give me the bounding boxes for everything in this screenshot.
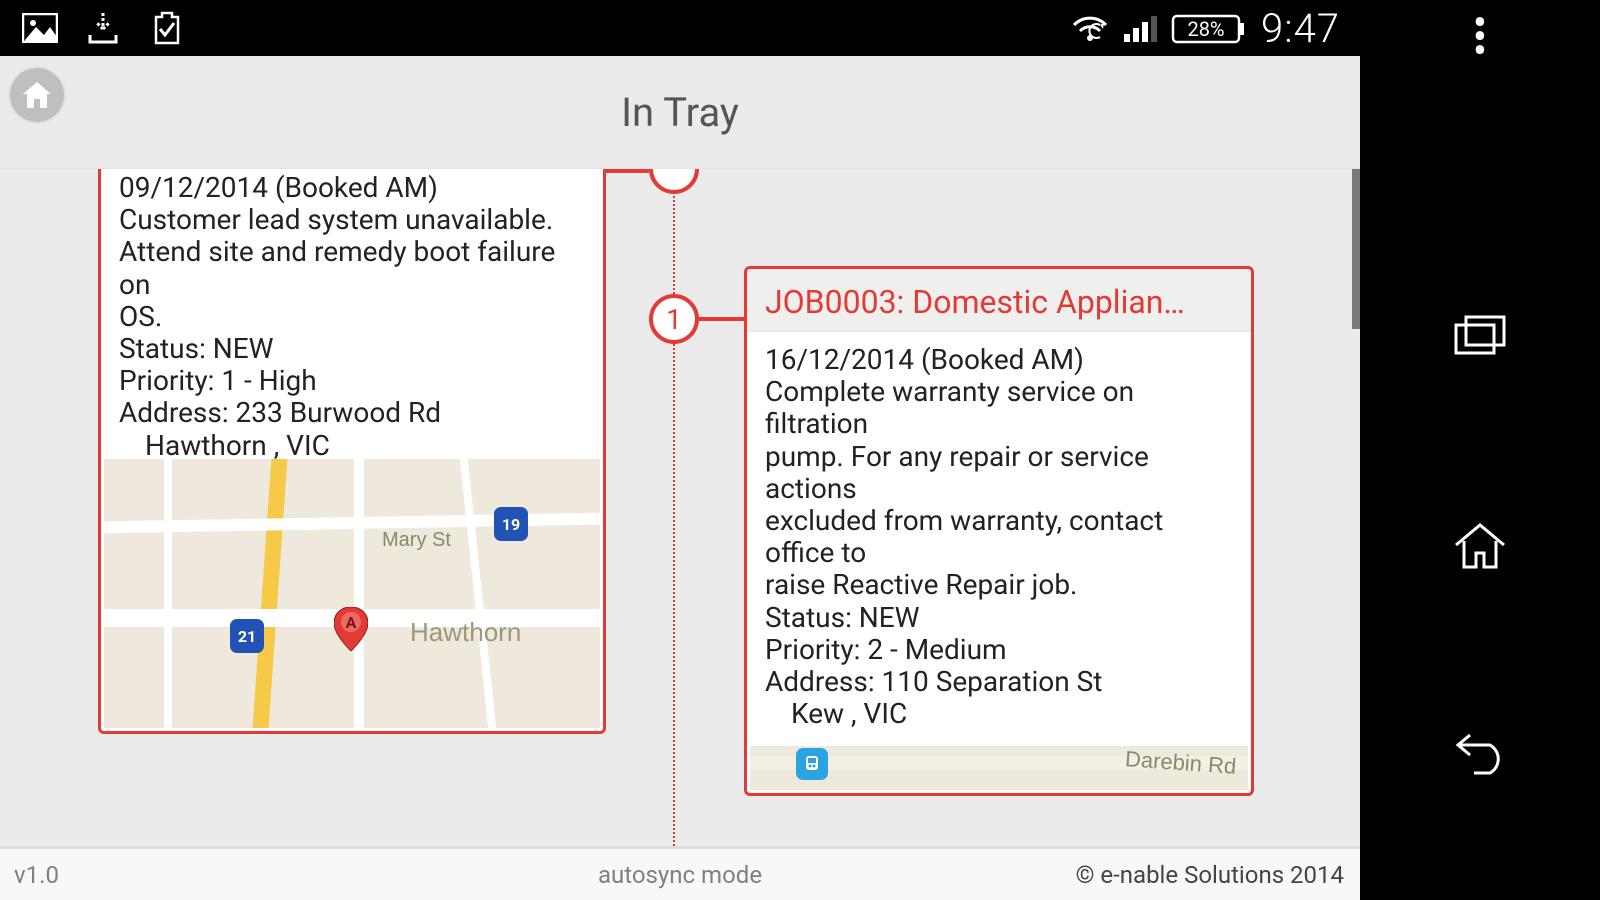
app-footer: v1.0 autosync mode © e-nable Solutions 2… bbox=[0, 846, 1360, 900]
back-button[interactable] bbox=[1420, 710, 1540, 800]
timeline-scroll-area[interactable]: 1 09/12/2014 (Booked AM) Customer lead s… bbox=[0, 169, 1360, 846]
timeline-connector bbox=[699, 317, 744, 321]
overflow-menu-icon[interactable]: ••• bbox=[1473, 18, 1487, 60]
svg-text:A: A bbox=[346, 613, 357, 632]
battery-icon: 28% bbox=[1171, 10, 1247, 46]
sync-mode-label: autosync mode bbox=[598, 861, 762, 889]
job-map[interactable]: Mary St Hawthorn 19 21 A bbox=[104, 459, 600, 728]
map-pin-icon: A bbox=[334, 607, 368, 651]
recent-apps-button[interactable] bbox=[1420, 290, 1540, 380]
job-address: Address: 110 Separation St bbox=[765, 666, 1233, 698]
app-header: In Tray bbox=[0, 56, 1360, 169]
cell-signal-icon bbox=[1124, 14, 1157, 42]
gallery-icon bbox=[22, 11, 58, 45]
wifi-sync-icon bbox=[1070, 11, 1110, 45]
timeline-node-label: 1 bbox=[666, 303, 682, 336]
copyright: © e-nable Solutions 2014 bbox=[1076, 861, 1360, 889]
app-home-button[interactable] bbox=[8, 66, 66, 124]
job-address: Address: 233 Burwood Rd bbox=[119, 397, 585, 429]
page-title: In Tray bbox=[0, 89, 1360, 136]
job-date: 09/12/2014 (Booked AM) bbox=[119, 172, 585, 204]
job-card[interactable]: 09/12/2014 (Booked AM) Customer lead sys… bbox=[98, 169, 606, 734]
job-desc: Complete warranty service on filtration bbox=[765, 376, 1233, 440]
job-priority: Priority: 1 - High bbox=[119, 365, 585, 397]
timeline-connector bbox=[606, 169, 649, 173]
app-viewport: In Tray 1 09/12/2014 (Booked AM) Custome… bbox=[0, 56, 1360, 900]
map-route-shield: 21 bbox=[230, 619, 264, 653]
download-icon bbox=[86, 11, 120, 45]
timeline-node bbox=[649, 169, 699, 194]
job-address-city: Hawthorn , VIC bbox=[119, 430, 585, 462]
job-desc: OS. bbox=[119, 301, 585, 333]
android-nav-bar: ••• bbox=[1360, 0, 1600, 900]
job-desc: Attend site and remedy boot failure on bbox=[119, 236, 585, 300]
job-desc: excluded from warranty, contact office t… bbox=[765, 505, 1233, 569]
scrollbar-thumb[interactable] bbox=[1352, 169, 1360, 329]
map-street-label: Darebin Rd bbox=[1124, 746, 1237, 780]
job-address-city: Kew , VIC bbox=[765, 698, 1233, 730]
map-street-label: Mary St bbox=[382, 529, 451, 552]
job-map[interactable]: Darebin Rd bbox=[750, 746, 1248, 790]
job-status: Status: NEW bbox=[119, 333, 585, 365]
map-route-shield: 19 bbox=[494, 507, 528, 541]
job-card-title: JOB0003: Domestic Applian… bbox=[747, 269, 1251, 332]
job-status: Status: NEW bbox=[765, 602, 1233, 634]
clipboard-check-icon bbox=[148, 11, 184, 45]
job-card-body: 16/12/2014 (Booked AM) Complete warranty… bbox=[747, 332, 1251, 738]
map-suburb-label: Hawthorn bbox=[410, 617, 521, 648]
battery-pct: 28% bbox=[1171, 17, 1241, 41]
job-desc: pump. For any repair or service actions bbox=[765, 441, 1233, 505]
home-button[interactable] bbox=[1420, 500, 1540, 590]
job-card[interactable]: JOB0003: Domestic Applian… 16/12/2014 (B… bbox=[744, 266, 1254, 796]
status-clock: 9:47 bbox=[1261, 5, 1340, 52]
map-station-icon bbox=[796, 748, 828, 780]
job-date: 16/12/2014 (Booked AM) bbox=[765, 344, 1233, 376]
timeline-axis bbox=[673, 169, 675, 846]
timeline-node: 1 bbox=[649, 294, 699, 344]
job-card-body: 09/12/2014 (Booked AM) Customer lead sys… bbox=[101, 169, 603, 470]
job-priority: Priority: 2 - Medium bbox=[765, 634, 1233, 666]
job-desc: raise Reactive Repair job. bbox=[765, 569, 1233, 601]
android-status-bar: 28% 9:47 bbox=[0, 0, 1360, 56]
app-version: v1.0 bbox=[0, 861, 59, 889]
job-desc: Customer lead system unavailable. bbox=[119, 204, 585, 236]
